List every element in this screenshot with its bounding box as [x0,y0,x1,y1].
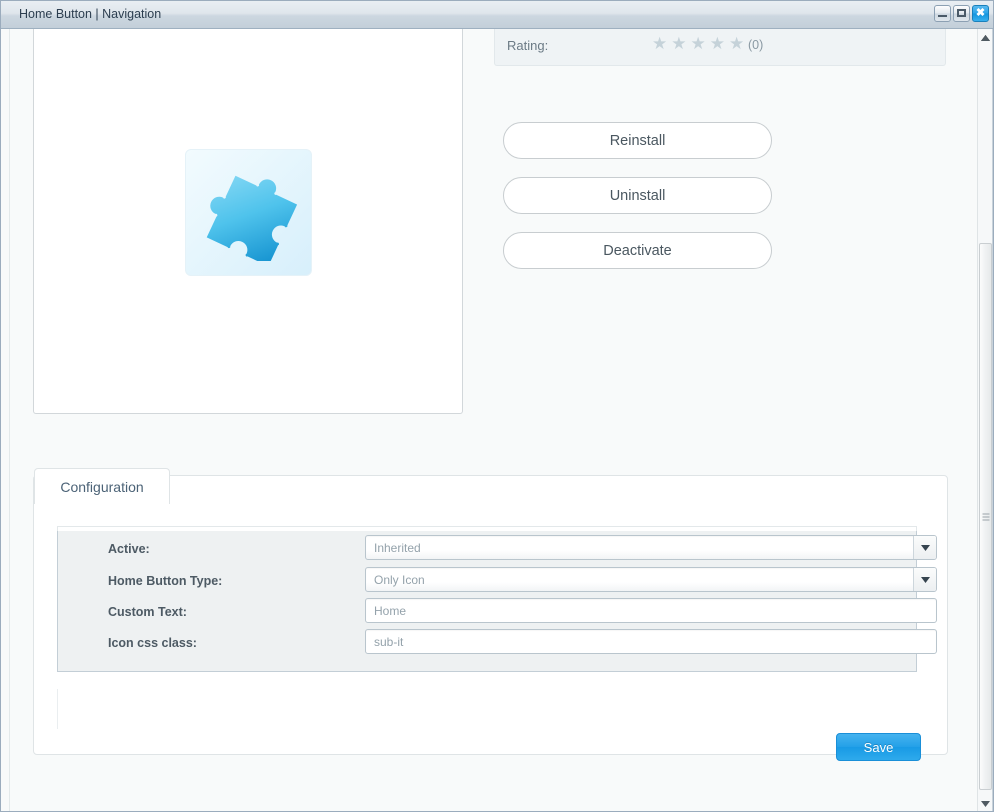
field-value: sub-it [374,635,404,649]
application-window: Home Button | Navigation ✖ Rating: ★ ★ ★… [0,0,994,812]
rating-label: Rating: [507,38,549,53]
star-icon[interactable]: ★ [671,35,686,52]
configuration-form-panel: Active: Inherited Home Button Type: Only Ic… [57,531,937,672]
configuration-tab-row: Configuration [34,468,949,504]
puzzle-piece-icon [206,175,297,261]
tab-configuration[interactable]: Configuration [34,468,170,504]
active-select[interactable]: Inherited [365,535,937,560]
field-value: Home [374,604,407,618]
window-controls: ✖ [934,5,989,22]
field-value: Only Icon [374,573,425,587]
field-value: Inherited [374,541,421,555]
star-icon[interactable]: ★ [652,35,667,52]
star-icon[interactable]: ★ [691,35,706,52]
uninstall-button[interactable]: Uninstall [503,177,772,214]
chevron-down-icon[interactable] [913,568,936,591]
form-row: Icon css class: sub-it [58,629,937,661]
custom-text-input[interactable]: Home [365,598,937,623]
minimize-button[interactable] [934,5,951,22]
form-field-list: Active: Inherited Home Button Type: Only Ic… [58,531,937,672]
form-row: Custom Text: Home [58,598,937,630]
save-row-divider [57,689,58,729]
maximize-button[interactable] [953,5,970,22]
rating-stars[interactable]: ★ ★ ★ ★ ★ [652,35,744,52]
window-right-edge [992,29,993,811]
star-icon[interactable]: ★ [710,35,725,52]
page-left-edge [9,29,10,811]
page-content: Rating: ★ ★ ★ ★ ★ (0) Reinstall Uninstal… [1,29,979,811]
form-label: Icon css class: [108,636,197,650]
reinstall-button[interactable]: Reinstall [503,122,772,159]
minimize-icon [935,6,950,21]
form-row: Active: Inherited [58,535,937,567]
form-label: Custom Text: [108,605,187,619]
close-icon: ✖ [975,7,986,19]
maximize-icon [954,6,969,21]
home-button-type-select[interactable]: Only Icon [365,567,937,592]
form-label: Active: [108,542,150,556]
star-icon[interactable]: ★ [729,35,744,52]
chevron-down-icon[interactable] [913,536,936,559]
deactivate-button[interactable]: Deactivate [503,232,772,269]
save-button[interactable]: Save [836,733,921,761]
rating-count: (0) [748,38,764,52]
plugin-image-panel [33,29,463,414]
plugin-icon-tile [185,149,312,276]
scroll-down-icon[interactable] [978,795,993,811]
scrollbar-grip-icon [982,513,989,520]
icon-css-class-input[interactable]: sub-it [365,629,937,654]
window-title-bar: Home Button | Navigation ✖ [1,1,993,29]
form-row: Home Button Type: Only Icon [58,567,937,599]
close-button[interactable]: ✖ [972,5,989,22]
window-title: Home Button | Navigation [19,7,162,21]
form-label: Home Button Type: [108,574,223,588]
rating-panel: Rating: ★ ★ ★ ★ ★ (0) [494,29,946,66]
configuration-card: Configuration DemoshopDemoshop DEDemosho… [33,468,948,761]
scrollbar-thumb[interactable] [979,243,992,790]
vertical-scrollbar[interactable] [977,29,993,811]
scroll-up-icon[interactable] [978,29,993,46]
